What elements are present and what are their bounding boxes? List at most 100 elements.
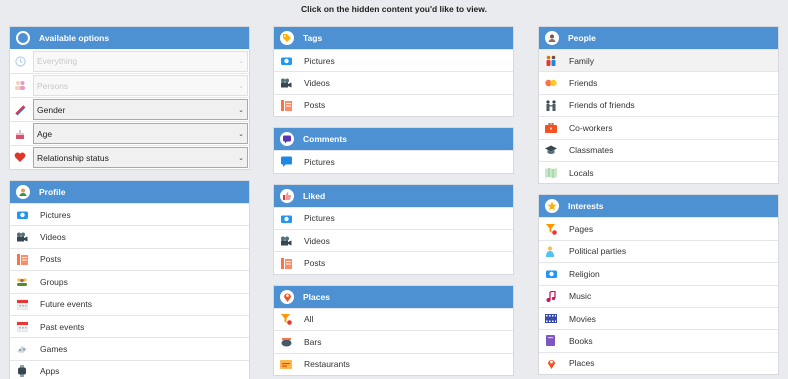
tags-header: Tags xyxy=(274,27,513,49)
liked-title: Liked xyxy=(303,190,326,201)
like-icon xyxy=(280,188,294,203)
options-header: Available options xyxy=(10,27,249,49)
profile-games[interactable]: Games xyxy=(10,337,249,359)
chevron-down-icon: ⌄ xyxy=(238,130,244,138)
places-panel: Places All Bars Restaurants xyxy=(273,284,514,376)
speaker-icon xyxy=(544,244,558,258)
relationship-select[interactable]: Relationship status ⌄ xyxy=(33,147,248,168)
everything-select[interactable]: Everything ⌄ xyxy=(33,50,248,72)
person-icon xyxy=(545,31,559,45)
places-all[interactable]: All xyxy=(274,307,513,330)
video-camera-icon xyxy=(279,76,293,90)
people-header: People xyxy=(539,27,778,49)
liked-pictures[interactable]: Pictures xyxy=(274,206,513,229)
bar-icon xyxy=(279,335,293,349)
tags-posts[interactable]: Posts xyxy=(274,93,513,116)
interests-title: Interests xyxy=(568,201,604,212)
profile-header: Profile xyxy=(10,181,249,203)
interests-places[interactable]: Places xyxy=(539,351,778,374)
liked-posts[interactable]: Posts xyxy=(274,251,513,273)
liked-videos[interactable]: Videos xyxy=(274,228,513,251)
places-restaurants[interactable]: Restaurants xyxy=(274,352,513,375)
places-bars[interactable]: Bars xyxy=(274,330,513,352)
column-left: Available options Everything ⌄ Persons ⌄ G… xyxy=(9,26,250,379)
chevron-down-icon: ⌄ xyxy=(238,154,244,162)
funnel-icon xyxy=(279,312,293,326)
groups-icon xyxy=(15,275,29,289)
profile-pictures[interactable]: Pictures xyxy=(10,203,249,225)
people-locals[interactable]: Locals xyxy=(539,160,778,183)
comments-pictures[interactable]: Pictures xyxy=(274,150,513,172)
cake-icon xyxy=(13,127,27,141)
profile-future-events[interactable]: Future events xyxy=(10,292,249,315)
tags-pictures[interactable]: Pictures xyxy=(274,49,513,71)
film-strip-icon xyxy=(544,312,558,326)
profile-apps[interactable]: Apps xyxy=(10,359,249,379)
friends-of-friends-icon xyxy=(544,98,558,112)
video-camera-icon xyxy=(15,230,29,244)
posts-icon xyxy=(15,252,29,266)
options-title: Available options xyxy=(39,33,110,43)
column-right: People Family Friends Friends of friends… xyxy=(538,26,779,379)
profile-posts[interactable]: Posts xyxy=(10,247,249,270)
option-row: Everything ⌄ xyxy=(10,49,249,73)
friends-icon xyxy=(544,76,558,90)
liked-panel: Liked Pictures Videos Posts xyxy=(273,183,514,275)
comment-icon xyxy=(280,132,294,147)
persons-icon xyxy=(13,79,27,93)
heart-icon xyxy=(13,151,27,165)
comments-header: Comments xyxy=(274,128,513,151)
people-title: People xyxy=(568,33,596,43)
people-friends[interactable]: Friends xyxy=(539,71,778,93)
interests-header: Interests xyxy=(539,195,778,218)
profile-past-events[interactable]: Past events xyxy=(10,314,249,337)
instruction-text: Click on the hidden content you'd like t… xyxy=(301,4,487,14)
game-controller-icon xyxy=(15,342,29,356)
comments-panel: Comments Pictures xyxy=(273,127,514,174)
interests-religion[interactable]: Religion xyxy=(539,262,778,284)
people-classmates[interactable]: Classmates xyxy=(539,138,778,161)
speech-bubble-icon xyxy=(279,155,293,169)
option-row: Relationship status ⌄ xyxy=(10,145,249,169)
funnel-icon xyxy=(544,222,558,236)
location-pin-icon xyxy=(280,289,294,304)
book-icon xyxy=(544,334,558,348)
tags-title: Tags xyxy=(303,33,323,43)
people-co-workers[interactable]: Co-workers xyxy=(539,116,778,138)
graduation-cap-icon xyxy=(544,143,558,157)
interests-movies[interactable]: Movies xyxy=(539,306,778,329)
chevron-down-icon: ⌄ xyxy=(238,82,244,90)
profile-title: Profile xyxy=(39,187,66,197)
clock-icon xyxy=(13,54,27,68)
people-friends-of-friends[interactable]: Friends of friends xyxy=(539,93,778,116)
interests-political-parties[interactable]: Political parties xyxy=(539,239,778,262)
interests-books[interactable]: Books xyxy=(539,329,778,351)
profile-videos[interactable]: Videos xyxy=(10,225,249,247)
chevron-down-icon: ⌄ xyxy=(238,58,244,65)
people-family[interactable]: Family xyxy=(539,49,778,72)
camera-icon xyxy=(279,211,293,225)
places-title: Places xyxy=(303,291,330,302)
family-icon xyxy=(544,54,558,68)
persons-select[interactable]: Persons ⌄ xyxy=(33,75,248,96)
tags-videos[interactable]: Videos xyxy=(274,71,513,93)
option-row: Age ⌄ xyxy=(10,121,249,145)
video-camera-icon xyxy=(279,234,293,248)
posts-icon xyxy=(279,256,293,270)
interests-music[interactable]: Music xyxy=(539,284,778,307)
places-header: Places xyxy=(274,285,513,308)
interests-pages[interactable]: Pages xyxy=(539,217,778,239)
music-note-icon xyxy=(544,289,558,303)
comments-title: Comments xyxy=(303,134,347,145)
star-icon xyxy=(545,199,559,214)
profile-panel: Profile Pictures Videos Posts Groups Fut… xyxy=(9,180,250,379)
location-pin-icon xyxy=(544,356,558,370)
option-row: Gender ⌄ xyxy=(10,97,249,121)
options-icon xyxy=(16,31,30,45)
camera-icon xyxy=(15,208,29,222)
tags-panel: Tags Pictures Videos Posts xyxy=(273,26,514,118)
gender-select[interactable]: Gender ⌄ xyxy=(33,99,248,120)
gender-icon xyxy=(13,103,27,117)
age-select[interactable]: Age ⌄ xyxy=(33,123,248,144)
profile-groups[interactable]: Groups xyxy=(10,270,249,292)
